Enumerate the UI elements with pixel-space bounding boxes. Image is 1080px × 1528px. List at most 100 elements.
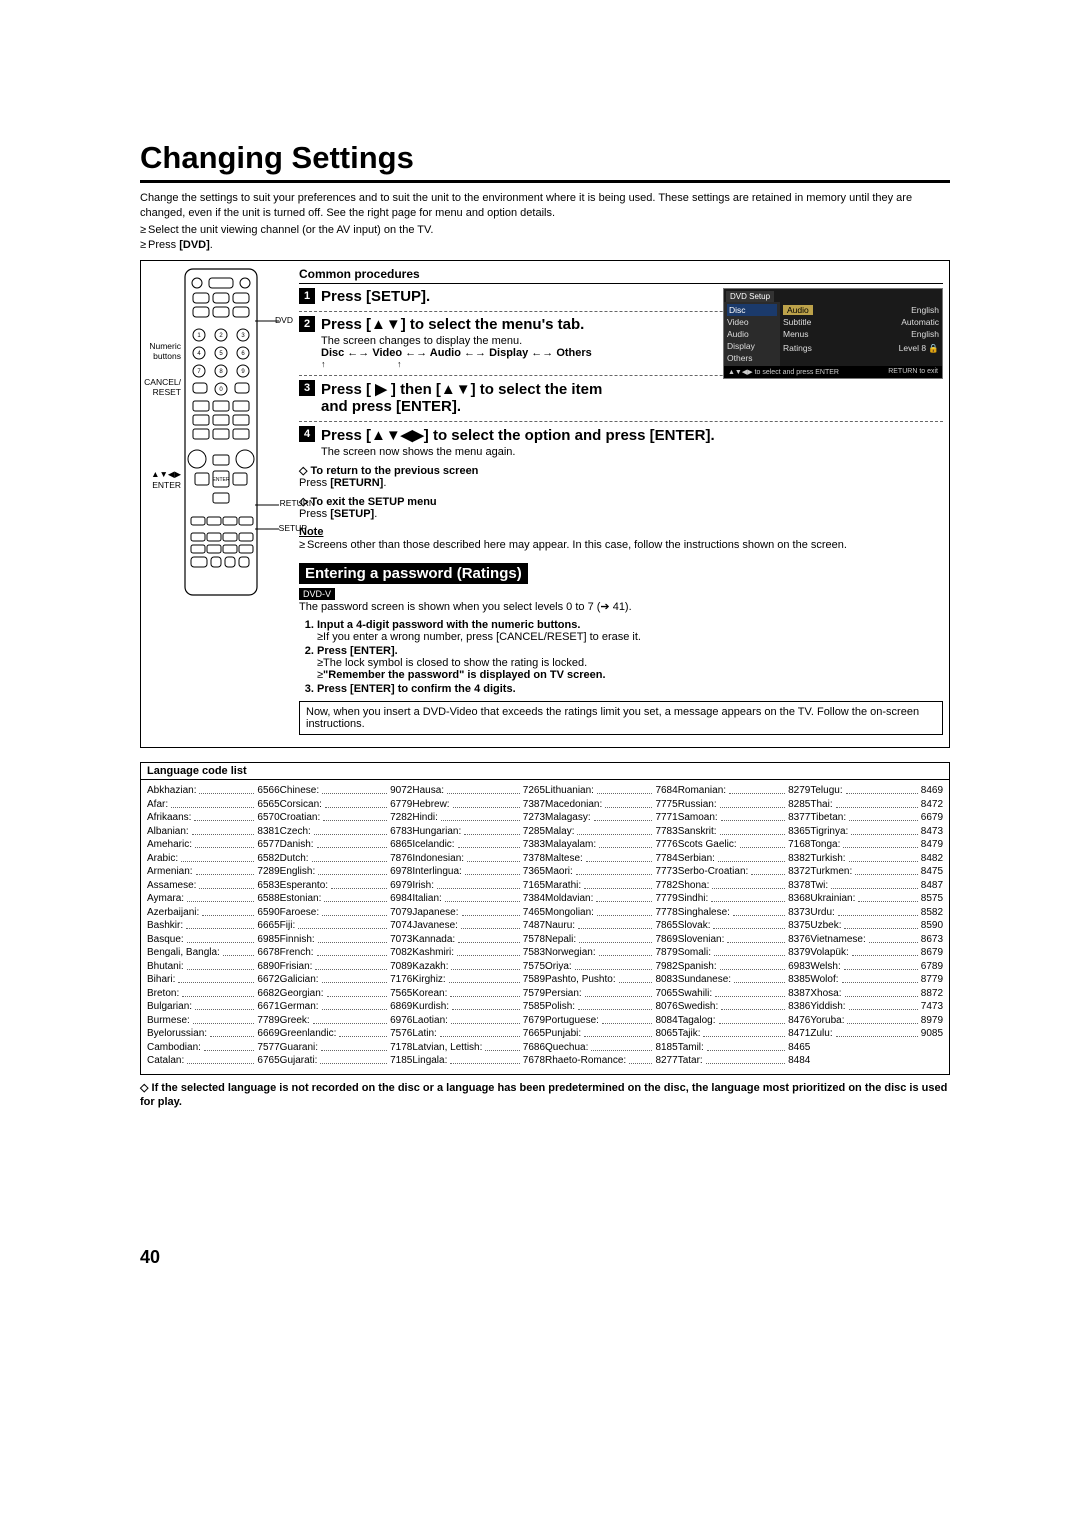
language-row: Hungarian:7285 bbox=[412, 825, 545, 839]
language-row: Italian:7384 bbox=[412, 892, 545, 906]
language-row: Kirghiz:7589 bbox=[412, 973, 545, 987]
language-column: Chinese:9072Corsican:6779Croatian:7282Cz… bbox=[280, 784, 413, 1068]
osd-tab-item: Disc bbox=[727, 304, 777, 316]
svg-text:1: 1 bbox=[197, 333, 201, 339]
language-row: Vietnamese:8673 bbox=[810, 933, 943, 947]
language-row: Arabic:6582 bbox=[147, 852, 280, 866]
language-row: Catalan:6765 bbox=[147, 1054, 280, 1068]
step-num-3: 3 bbox=[299, 380, 315, 396]
label-cancel: CANCEL/ RESET bbox=[141, 377, 181, 397]
language-row: Oriya:7982 bbox=[545, 960, 678, 974]
language-code-box: Language code list Abkhazian:6566Afar:65… bbox=[140, 762, 950, 1075]
language-row: Yoruba:8979 bbox=[810, 1014, 943, 1028]
svg-text:9: 9 bbox=[241, 369, 245, 375]
procedures-column: Common procedures DVD Setup DiscVideoAud… bbox=[299, 267, 943, 735]
step-num-4: 4 bbox=[299, 426, 315, 442]
language-row: Faroese:7079 bbox=[280, 906, 413, 920]
svg-text:3: 3 bbox=[241, 333, 245, 339]
language-column: Lithuanian:7684Macedonian:7775Malagasy:7… bbox=[545, 784, 678, 1068]
language-row: Nepali:7869 bbox=[545, 933, 678, 947]
language-row: Somali:8379 bbox=[678, 946, 811, 960]
diamond2-hdr: To exit the SETUP menu bbox=[299, 496, 437, 508]
language-row: Kannada:7578 bbox=[412, 933, 545, 947]
svg-text:7: 7 bbox=[197, 369, 201, 375]
language-row: Turkmen:8475 bbox=[810, 865, 943, 879]
language-row: Gujarati:7185 bbox=[280, 1054, 413, 1068]
note-header: Note bbox=[299, 526, 943, 538]
language-row: Japanese:7465 bbox=[412, 906, 545, 920]
language-row: Sanskrit:8365 bbox=[678, 825, 811, 839]
language-row: Croatian:7282 bbox=[280, 811, 413, 825]
svg-text:5: 5 bbox=[219, 351, 223, 357]
language-row: Twi:8487 bbox=[810, 879, 943, 893]
osd-tab-item: Others bbox=[727, 352, 777, 364]
step-num-1: 1 bbox=[299, 288, 315, 304]
language-code-header: Language code list bbox=[141, 763, 949, 780]
language-column: Telugu:8469Thai:8472Tibetan:6679Tigrinya… bbox=[810, 784, 943, 1068]
step-text-2: Press [▲▼] to select the menu's tab. bbox=[321, 316, 584, 333]
language-row: Portuguese:8084 bbox=[545, 1014, 678, 1028]
language-row: Greenlandic:7576 bbox=[280, 1027, 413, 1041]
svg-text:0: 0 bbox=[219, 387, 223, 393]
language-row: Dutch:7876 bbox=[280, 852, 413, 866]
language-row: Finnish:7073 bbox=[280, 933, 413, 947]
language-row: Wolof:8779 bbox=[810, 973, 943, 987]
password-header: Entering a password (Ratings) bbox=[299, 563, 528, 584]
language-row: Pashto, Pushto:8083 bbox=[545, 973, 678, 987]
language-row: Hindi:7273 bbox=[412, 811, 545, 825]
step4-sub: The screen now shows the menu again. bbox=[321, 446, 943, 458]
language-row: Burmese:7789 bbox=[147, 1014, 280, 1028]
language-row: Spanish:6983 bbox=[678, 960, 811, 974]
common-procedures-header: Common procedures bbox=[299, 267, 943, 284]
language-row: Swedish:8386 bbox=[678, 1000, 811, 1014]
language-row: Nauru:7865 bbox=[545, 919, 678, 933]
language-row: Ukrainian:8575 bbox=[810, 892, 943, 906]
language-row: English:6978 bbox=[280, 865, 413, 879]
svg-text:8: 8 bbox=[219, 369, 223, 375]
dvd-v-badge: DVD-V bbox=[299, 588, 335, 600]
password-intro: The password screen is shown when you se… bbox=[299, 600, 943, 615]
language-row: Singhalese:8373 bbox=[678, 906, 811, 920]
language-row: Yiddish:7473 bbox=[810, 1000, 943, 1014]
language-row: Samoan:8377 bbox=[678, 811, 811, 825]
language-row: Lithuanian:7684 bbox=[545, 784, 678, 798]
osd-tab-item: Display bbox=[727, 340, 777, 352]
step-text-1: Press [SETUP]. bbox=[321, 288, 430, 305]
language-row: Norwegian:7879 bbox=[545, 946, 678, 960]
language-row: Malagasy:7771 bbox=[545, 811, 678, 825]
language-row: Swahili:8387 bbox=[678, 987, 811, 1001]
language-row: Galician:7176 bbox=[280, 973, 413, 987]
language-row: Thai:8472 bbox=[810, 798, 943, 812]
language-row: Tigrinya:8473 bbox=[810, 825, 943, 839]
language-row: Quechua:8185 bbox=[545, 1041, 678, 1055]
diamond2-body: Press [SETUP]. bbox=[299, 508, 377, 520]
language-row: Russian:8285 bbox=[678, 798, 811, 812]
osd-row: SubtitleAutomatic bbox=[783, 316, 939, 328]
language-row: Uzbek:8590 bbox=[810, 919, 943, 933]
remote-svg: 123 456 789 0 bbox=[147, 267, 293, 597]
label-return: RETURN bbox=[280, 498, 315, 508]
language-row: Bengali, Bangla:6678 bbox=[147, 946, 280, 960]
language-row: Guarani:7178 bbox=[280, 1041, 413, 1055]
language-row: Telugu:8469 bbox=[810, 784, 943, 798]
language-row: Hausa:7265 bbox=[412, 784, 545, 798]
intro-bullet-2: Press [DVD]. bbox=[140, 238, 950, 253]
page-title: Changing Settings bbox=[140, 140, 950, 176]
label-arrows: ▲▼◀▶ ENTER bbox=[141, 469, 181, 490]
language-row: Ameharic:6577 bbox=[147, 838, 280, 852]
language-row: Kashmiri:7583 bbox=[412, 946, 545, 960]
password-steps: Input a 4-digit password with the numeri… bbox=[299, 619, 943, 695]
language-row: Lingala:7678 bbox=[412, 1054, 545, 1068]
osd-title: DVD Setup bbox=[726, 291, 774, 302]
language-row: Azerbaijani:6590 bbox=[147, 906, 280, 920]
language-row: Icelandic:7383 bbox=[412, 838, 545, 852]
language-column: Abkhazian:6566Afar:6565Afrikaans:6570Alb… bbox=[147, 784, 280, 1068]
language-row: Maori:7773 bbox=[545, 865, 678, 879]
language-row: Tonga:8479 bbox=[810, 838, 943, 852]
language-column: Romanian:8279Russian:8285Samoan:8377Sans… bbox=[678, 784, 811, 1068]
osd-footer-left: ▲▼◀▶ to select and press ENTER bbox=[728, 368, 839, 376]
pw-step-2: Press [ENTER]. ≥The lock symbol is close… bbox=[317, 645, 943, 681]
language-column: Hausa:7265Hebrew:7387Hindi:7273Hungarian… bbox=[412, 784, 545, 1068]
language-row: Armenian:7289 bbox=[147, 865, 280, 879]
language-row: Malayalam:7776 bbox=[545, 838, 678, 852]
